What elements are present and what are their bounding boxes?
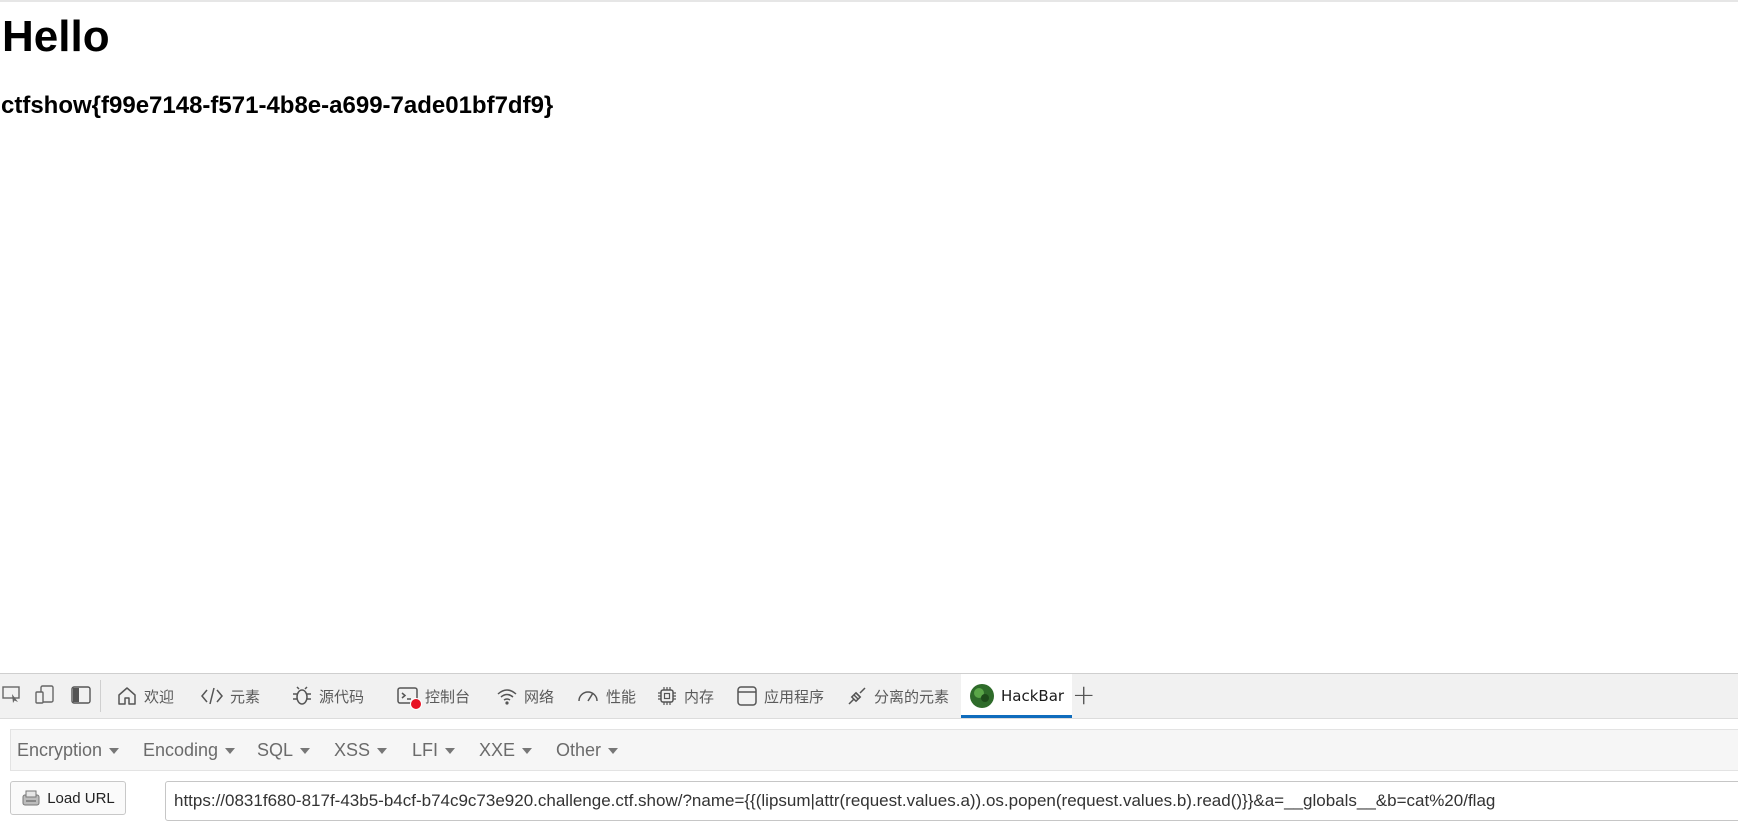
tab-label: 分离的元素 xyxy=(874,687,950,706)
tab-network[interactable]: 网络 xyxy=(496,674,554,718)
inspect-element-icon[interactable] xyxy=(1,684,23,706)
tab-elements[interactable]: 元素 xyxy=(200,674,260,718)
tab-welcome[interactable]: 欢迎 xyxy=(116,674,174,718)
caret-down-icon xyxy=(109,748,120,754)
dock-panel-icon[interactable] xyxy=(70,684,92,706)
tab-label: 控制台 xyxy=(425,687,471,706)
tab-label: 内存 xyxy=(684,687,715,706)
tab-sources[interactable]: 源代码 xyxy=(291,674,364,718)
load-url-label: Load URL xyxy=(47,789,115,807)
tab-performance[interactable]: 性能 xyxy=(576,674,636,718)
console-icon xyxy=(397,685,422,710)
menu-label: XSS xyxy=(334,739,371,760)
tab-label: 欢迎 xyxy=(144,687,175,706)
page-top-border xyxy=(0,0,1738,2)
flag-text: ctfshow{f99e7148-f571-4b8e-a699-7ade01bf… xyxy=(1,92,554,119)
error-badge xyxy=(410,698,422,710)
plug-icon xyxy=(848,687,866,705)
hackbar-logo-icon xyxy=(970,684,994,708)
caret-down-icon xyxy=(522,748,533,754)
chip-icon xyxy=(658,687,676,705)
device-emulation-icon[interactable] xyxy=(34,684,56,706)
tab-label: 元素 xyxy=(230,687,261,706)
tab-console[interactable]: 控制台 xyxy=(397,674,470,718)
wifi-icon xyxy=(497,689,517,705)
code-icon xyxy=(201,687,223,705)
menu-sql[interactable]: SQL xyxy=(257,730,311,770)
home-icon xyxy=(118,687,136,705)
url-input[interactable] xyxy=(165,781,1738,821)
menu-label: Encoding xyxy=(143,739,219,760)
caret-down-icon xyxy=(445,748,456,754)
tab-memory[interactable]: 内存 xyxy=(656,674,714,718)
toolbar-divider xyxy=(100,680,101,712)
bug-icon xyxy=(293,686,311,705)
menu-xss[interactable]: XSS xyxy=(334,730,388,770)
page-heading: Hello xyxy=(2,12,110,61)
caret-down-icon xyxy=(377,748,388,754)
menu-label: LFI xyxy=(412,739,439,760)
menu-label: SQL xyxy=(257,739,294,760)
menu-label: Encryption xyxy=(17,739,103,760)
tab-label: 应用程序 xyxy=(764,687,825,706)
load-icon xyxy=(22,790,40,806)
menu-label: XXE xyxy=(479,739,516,760)
menu-encryption[interactable]: Encryption xyxy=(17,730,120,770)
caret-down-icon xyxy=(300,748,311,754)
menu-lfi[interactable]: LFI xyxy=(412,730,456,770)
load-url-button[interactable]: Load URL xyxy=(10,781,126,815)
menu-other[interactable]: Other xyxy=(556,730,619,770)
add-tab-button[interactable]: + xyxy=(1072,678,1095,711)
tab-application[interactable]: 应用程序 xyxy=(736,674,824,718)
tab-hackbar[interactable]: HackBar xyxy=(961,674,1073,718)
caret-down-icon xyxy=(225,748,236,754)
speed-gauge-icon xyxy=(578,691,598,702)
tab-label: 源代码 xyxy=(319,687,365,706)
tab-label: HackBar xyxy=(1001,687,1065,705)
devtools-tabbar: 欢迎 元素 源代码 控制台 网络 性能 内存 应用程序 分离的元素 HackBa… xyxy=(0,674,1738,719)
hackbar-menu: Encryption Encoding SQL XSS LFI XXE Othe… xyxy=(10,729,1738,771)
menu-encoding[interactable]: Encoding xyxy=(143,730,236,770)
tab-label: 网络 xyxy=(524,687,555,706)
window-icon xyxy=(737,686,757,706)
menu-xxe[interactable]: XXE xyxy=(479,730,533,770)
tab-detached-elements[interactable]: 分离的元素 xyxy=(846,674,949,718)
devtools-panel: 欢迎 元素 源代码 控制台 网络 性能 内存 应用程序 分离的元素 HackBa… xyxy=(0,673,1738,821)
caret-down-icon xyxy=(608,748,619,754)
menu-label: Other xyxy=(556,739,602,760)
tab-label: 性能 xyxy=(606,687,637,706)
